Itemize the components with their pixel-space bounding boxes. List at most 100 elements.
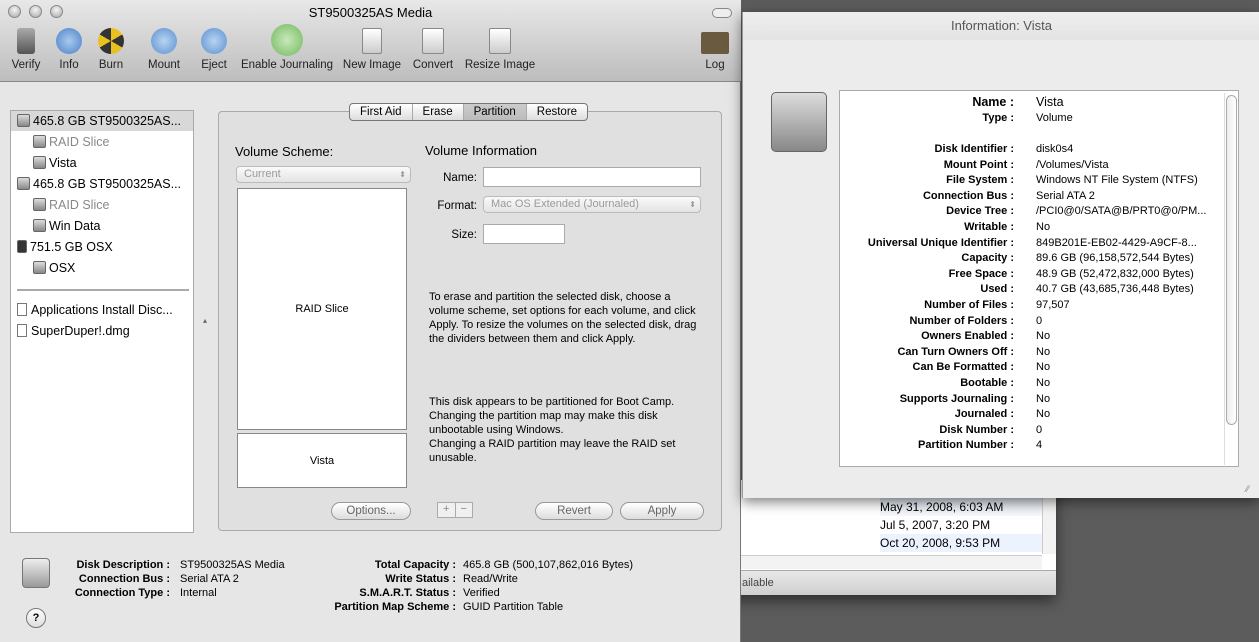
raid-warning-text: Changing a RAID partition may leave the … — [429, 438, 676, 464]
volume-scheme-label: Volume Scheme: — [235, 144, 334, 159]
size-input[interactable] — [483, 224, 565, 244]
sidebar-item-volume[interactable]: Vista — [33, 153, 77, 173]
detail-label: Disk Description : — [76, 559, 170, 571]
eject-icon — [201, 28, 227, 54]
volume-icon — [33, 198, 46, 211]
eject-button[interactable]: Eject — [196, 28, 232, 71]
list-row[interactable]: Oct 20, 2008, 9:53 PM — [880, 534, 1050, 552]
info-label: Writable : — [964, 221, 1014, 233]
sidebar-item-volume[interactable]: RAID Slice — [33, 132, 109, 152]
scroll-thumb[interactable] — [1226, 95, 1237, 425]
info-label: Can Turn Owners Off : — [897, 345, 1014, 358]
options-button[interactable]: Options... — [331, 502, 411, 520]
detail-value: Internal — [180, 587, 217, 599]
type-label: Type : — [982, 112, 1014, 124]
apply-button[interactable]: Apply — [620, 502, 704, 520]
new-image-button[interactable]: New Image — [340, 28, 404, 71]
size-label: Size: — [451, 229, 477, 241]
window-title: Information: Vista — [951, 18, 1052, 33]
info-value: No — [1036, 345, 1051, 358]
tab-bar: First Aid Erase Partition Restore — [349, 103, 589, 121]
disk-list[interactable]: 465.8 GB ST9500325AS... RAID Slice Vista… — [10, 110, 194, 533]
status-bar: ailable — [700, 570, 1056, 595]
resize-image-icon — [489, 28, 511, 54]
sidebar-item-disk[interactable]: 465.8 GB ST9500325AS... — [11, 111, 193, 131]
volume-partition-raid[interactable]: RAID Slice — [237, 188, 407, 430]
name-input[interactable] — [483, 167, 701, 187]
info-label: Number of Files : — [924, 299, 1014, 311]
format-popup[interactable]: Mac OS Extended (Journaled) ⬍ — [483, 196, 701, 213]
sidebar-item-volume[interactable]: OSX — [33, 258, 75, 278]
remove-partition-button[interactable]: − — [456, 503, 473, 517]
info-value: disk0s4 — [1036, 143, 1074, 155]
horizontal-scrollbar[interactable] — [740, 555, 1042, 569]
name-value: Vista — [1036, 95, 1064, 109]
new-image-icon — [362, 28, 382, 54]
info-label: Bootable : — [960, 377, 1014, 389]
detail-value: Serial ATA 2 — [180, 573, 239, 585]
info-label: File System : — [946, 174, 1014, 187]
sidebar-item-image[interactable]: Applications Install Disc... — [17, 300, 173, 320]
tab-first-aid[interactable]: First Aid — [350, 104, 413, 120]
info-button[interactable]: Info — [52, 28, 86, 71]
detail-value: GUID Partition Table — [463, 601, 564, 613]
info-value: No — [1036, 392, 1051, 405]
add-partition-button[interactable]: + — [438, 503, 456, 517]
volume-icon — [33, 261, 46, 274]
sidebar-item-disk[interactable]: 465.8 GB ST9500325AS... — [17, 174, 181, 194]
tab-restore[interactable]: Restore — [527, 104, 587, 120]
log-button[interactable]: Log — [698, 28, 732, 71]
vertical-scrollbar[interactable] — [1042, 498, 1056, 554]
splitter-handle[interactable]: ▴ — [203, 316, 207, 325]
stepper-icon: ⬍ — [689, 200, 696, 209]
info-value: No — [1036, 408, 1051, 421]
sidebar-item-volume[interactable]: Win Data — [33, 216, 100, 236]
info-label: Mount Point : — [943, 158, 1014, 171]
tab-erase[interactable]: Erase — [413, 104, 464, 120]
name-label: Name : — [972, 95, 1014, 109]
sidebar-item-disk[interactable]: 751.5 GB OSX — [17, 237, 113, 257]
tab-partition[interactable]: Partition — [463, 104, 527, 120]
resize-image-button[interactable]: Resize Image — [462, 28, 538, 71]
enable-journaling-button[interactable]: Enable Journaling — [238, 24, 336, 71]
info-icon — [56, 28, 82, 54]
info-value: Serial ATA 2 — [1036, 189, 1095, 202]
list-row[interactable]: May 31, 2008, 6:03 AM — [880, 498, 1050, 516]
help-button[interactable]: ? — [26, 608, 46, 628]
info-value: /Volumes/Vista — [1036, 158, 1109, 171]
info-value: Windows NT File System (NTFS) — [1036, 174, 1198, 187]
volume-icon — [33, 156, 46, 169]
information-window: Information: Vista Name : Vista Type : V… — [742, 12, 1259, 498]
volume-scheme-popup[interactable]: Current ⬍ — [236, 166, 411, 183]
burn-button[interactable]: Burn — [94, 28, 128, 71]
log-icon — [701, 32, 729, 54]
type-value: Volume — [1036, 112, 1073, 124]
info-value: No — [1036, 377, 1051, 389]
resize-handle[interactable]: ⁄⁄ — [1246, 484, 1249, 494]
sidebar-item-volume[interactable]: RAID Slice — [33, 195, 109, 215]
info-value: 48.9 GB (52,472,832,000 Bytes) — [1036, 267, 1194, 280]
microscope-icon — [17, 28, 35, 54]
sidebar-item-image[interactable]: SuperDuper!.dmg — [17, 321, 130, 341]
list-row[interactable]: Jul 5, 2007, 3:20 PM — [880, 516, 990, 534]
hard-disk-icon — [17, 114, 30, 127]
volume-icon — [33, 219, 46, 232]
convert-button[interactable]: Convert — [408, 28, 458, 71]
info-value: 4 — [1036, 439, 1043, 452]
vertical-scrollbar[interactable] — [1224, 93, 1238, 465]
detail-value: Verified — [463, 587, 500, 599]
info-value: 40.7 GB (43,685,736,448 Bytes) — [1036, 283, 1194, 296]
volume-partition-vista[interactable]: Vista — [237, 433, 407, 488]
verify-button[interactable]: Verify — [6, 28, 46, 71]
info-label: Disk Identifier : — [934, 143, 1014, 155]
mount-button[interactable]: Mount — [142, 28, 186, 71]
info-list: Name : Vista Type : Volume Disk Identifi… — [839, 90, 1239, 467]
info-label: Device Tree : — [946, 205, 1014, 218]
revert-button[interactable]: Revert — [535, 502, 613, 520]
title-bar: ST9500325AS Media Verify Info Burn Mount… — [0, 0, 741, 82]
info-value: 97,507 — [1036, 299, 1070, 311]
name-label: Name: — [443, 172, 477, 184]
info-label: Can Be Formatted : — [912, 361, 1014, 374]
toolbar-toggle-button[interactable] — [712, 8, 732, 18]
journaling-icon — [271, 24, 303, 56]
